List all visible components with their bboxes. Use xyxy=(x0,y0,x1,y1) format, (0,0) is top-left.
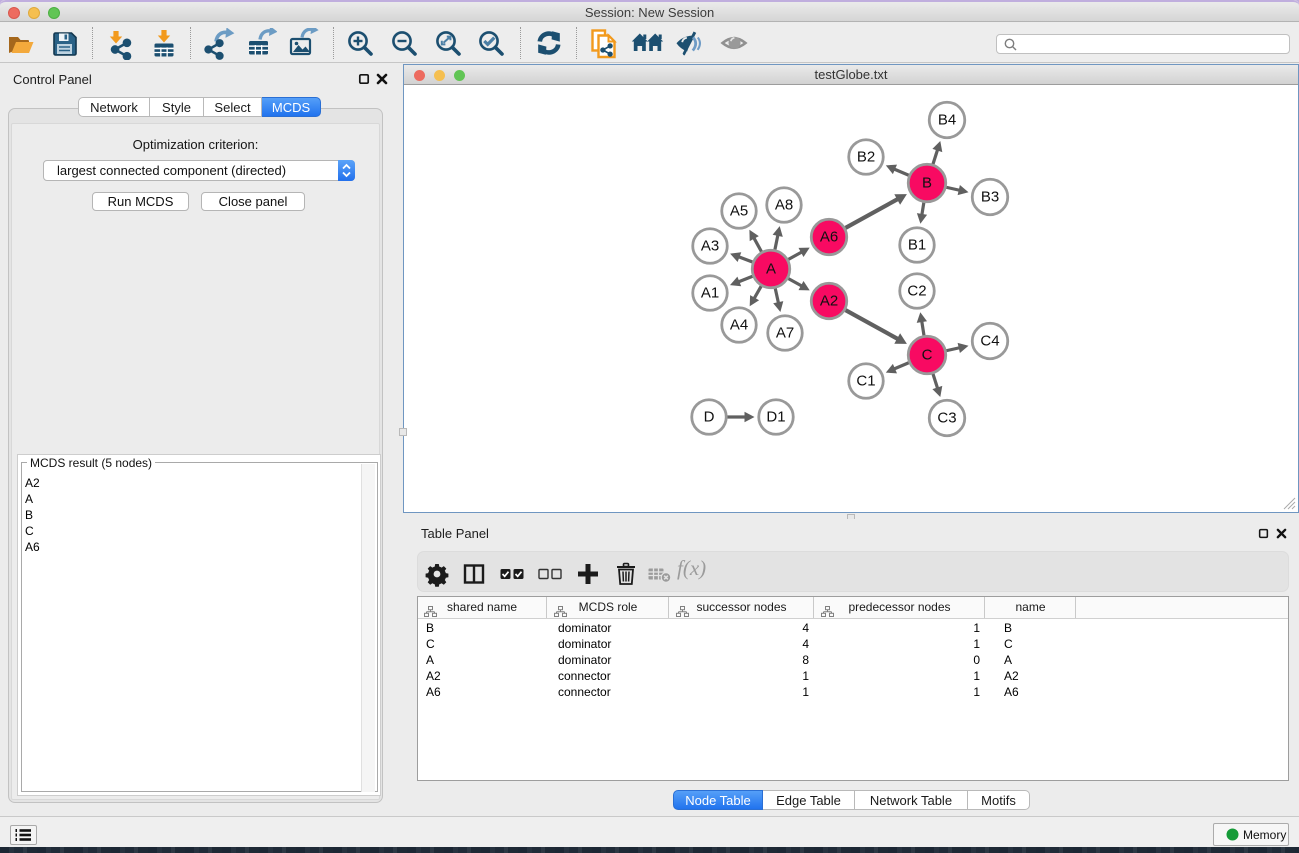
svg-text:C: C xyxy=(922,347,933,364)
svg-text:A4: A4 xyxy=(730,317,748,334)
svg-text:D1: D1 xyxy=(766,409,785,426)
svg-text:B2: B2 xyxy=(857,149,875,166)
svg-text:B1: B1 xyxy=(908,237,926,254)
svg-text:B4: B4 xyxy=(938,112,956,129)
svg-text:B: B xyxy=(922,175,932,192)
svg-text:A8: A8 xyxy=(775,197,793,214)
svg-text:C2: C2 xyxy=(907,283,926,300)
svg-text:A7: A7 xyxy=(776,325,794,342)
svg-text:A: A xyxy=(766,261,776,278)
svg-text:A1: A1 xyxy=(701,285,719,302)
svg-text:D: D xyxy=(704,409,715,426)
svg-text:C1: C1 xyxy=(856,373,875,390)
svg-text:C3: C3 xyxy=(937,410,956,427)
svg-text:A3: A3 xyxy=(701,238,719,255)
svg-text:B3: B3 xyxy=(981,189,999,206)
svg-text:C4: C4 xyxy=(980,333,999,350)
svg-text:A5: A5 xyxy=(730,203,748,220)
svg-text:A2: A2 xyxy=(820,293,838,310)
svg-text:A6: A6 xyxy=(820,229,838,246)
